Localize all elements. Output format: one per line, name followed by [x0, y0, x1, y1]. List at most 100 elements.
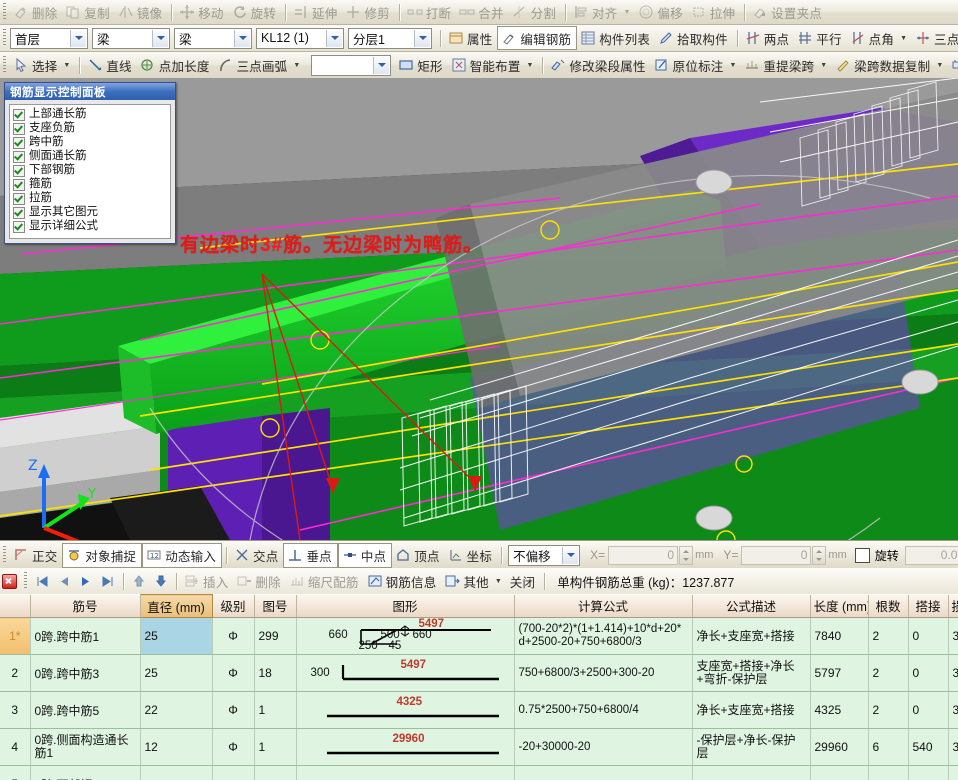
table-row[interactable]: 4 0跨.侧面构造通长筋1 12 Φ 1 29960 -20+30000-20	[0, 728, 958, 766]
cell-formula[interactable]: (700-20*2)*(1+1.414)+10*d+20*d+2500-20+7…	[514, 617, 693, 655]
pick-member-button[interactable]: 拾取构件	[655, 27, 733, 49]
last-record-button[interactable]	[97, 572, 119, 591]
cell-shape[interactable]: 5497 660 500 660 250 45	[296, 617, 515, 655]
table-row[interactable]: 5 0跨.下部钢	[0, 765, 958, 780]
snap-coordinate-toggle[interactable]: 坐标	[445, 544, 497, 567]
header-name[interactable]: 筋号	[30, 594, 141, 618]
toolbar-move-button[interactable]: 移动	[176, 1, 228, 23]
chevron-down-icon[interactable]: ▼	[623, 9, 630, 16]
close-panel-button[interactable]: 关闭	[507, 570, 540, 592]
rectangle-tool-button[interactable]: 矩形	[395, 54, 447, 76]
rebar-detail-grid[interactable]: 筋号 直径 (mm) 级别 图号 图形 计算公式 公式描述 长度 (mm) 根数…	[0, 594, 958, 780]
toolbar-trim-button[interactable]: 修剪	[342, 1, 394, 23]
checkbox-checked-icon[interactable]	[13, 122, 25, 135]
x-spinner[interactable]	[679, 545, 694, 565]
category-combo[interactable]: 梁	[92, 27, 170, 49]
cell-description[interactable]	[692, 765, 811, 780]
cell-formula[interactable]	[514, 765, 693, 780]
chevron-down-icon[interactable]	[234, 29, 250, 47]
rebar-panel-item[interactable]: 支座负筋	[13, 122, 168, 135]
point-length-tool-button[interactable]: 点加长度	[137, 54, 215, 76]
cell-count[interactable]: 2	[868, 617, 909, 655]
cell-shape[interactable]: 29960	[296, 728, 515, 766]
cell-name[interactable]: 0跨.跨中筋3	[30, 654, 141, 692]
x-coordinate-input[interactable]: 0	[608, 545, 679, 565]
toolbar-break-button[interactable]: 打断	[404, 1, 456, 23]
cell-shape[interactable]: 5497 300	[296, 654, 515, 692]
cell-description[interactable]: 支座宽+搭接+净长+弯折-保护层	[692, 654, 811, 692]
cell-lap[interactable]: 0	[908, 654, 949, 692]
checkbox-checked-icon[interactable]	[13, 108, 25, 121]
header-count[interactable]: 根数	[868, 594, 909, 618]
snap-intersection-toggle[interactable]: 交点	[231, 544, 283, 567]
move-up-button[interactable]	[128, 572, 150, 591]
cell-formula[interactable]: 0.75*2500+750+6800/4	[514, 691, 693, 729]
batch-recognize-beam-button[interactable]: 批量识别梁	[948, 54, 958, 76]
member-combo[interactable]: KL12 (1)	[256, 27, 344, 49]
close-icon[interactable]	[2, 573, 17, 589]
checkbox-checked-icon[interactable]	[13, 164, 25, 177]
other-menu-button[interactable]: 其他 ▼	[441, 570, 506, 592]
chevron-down-icon[interactable]	[414, 29, 430, 47]
chevron-down-icon[interactable]: ▼	[527, 62, 534, 69]
delete-row-button[interactable]: 删除	[233, 570, 285, 592]
cell-grade[interactable]: Φ	[212, 654, 255, 692]
move-down-button[interactable]	[150, 572, 172, 591]
type-combo[interactable]: 梁	[174, 27, 252, 49]
header-description[interactable]: 公式描述	[692, 594, 811, 618]
cell-name[interactable]: 0跨.侧面构造通长筋1	[30, 728, 141, 766]
cell-name[interactable]: 0跨.跨中筋1	[30, 617, 141, 655]
cell-description[interactable]: 净长+支座宽+搭接	[692, 617, 811, 655]
toolbar-split-button[interactable]: 分割	[509, 1, 561, 23]
chevron-down-icon[interactable]: ▼	[900, 35, 907, 42]
3d-viewport[interactable]: Z Y X 钢筋显示控制面板 上部通长筋 支座负筋 跨中筋	[0, 78, 958, 540]
properties-button[interactable]: 属性	[445, 27, 497, 49]
draw-style-combo[interactable]	[311, 54, 392, 76]
chevron-down-icon[interactable]	[373, 56, 390, 74]
toolbar-merge-button[interactable]: 合并	[456, 1, 508, 23]
cell-formula[interactable]: 750+6800/3+2500+300-20	[514, 654, 693, 692]
cell-length[interactable]	[810, 765, 869, 780]
table-row[interactable]: 2 0跨.跨中筋3 25 Φ 18 5497 300 750+6800/3+25…	[0, 654, 958, 692]
checkbox-checked-icon[interactable]	[13, 220, 25, 233]
three-point-arc-button[interactable]: 三点画弧 ▼	[215, 54, 306, 76]
floor-combo[interactable]: 首层	[10, 27, 88, 49]
cell-figure-number[interactable]	[254, 765, 297, 780]
toolbar-grip-set-button[interactable]: 设置夹点	[749, 1, 827, 23]
cell-loss[interactable]: 3	[948, 691, 958, 729]
snap-vertex-toggle[interactable]: 顶点	[392, 544, 444, 567]
toolbar-grip[interactable]	[1, 3, 8, 21]
chevron-down-icon[interactable]: ▼	[63, 62, 70, 69]
header-loss[interactable]: 损耗 (%)	[948, 594, 958, 618]
ortho-toggle[interactable]: 正交	[10, 544, 62, 567]
checkbox-checked-icon[interactable]	[13, 178, 25, 191]
rebar-panel-item[interactable]: 拉筋	[13, 192, 168, 205]
cell-name[interactable]: 0跨.跨中筋5	[30, 691, 141, 729]
toolbar-stretch-button[interactable]: 拉伸	[688, 1, 740, 23]
cell-grade[interactable]: Φ	[212, 617, 255, 655]
rebar-panel-item[interactable]: 侧面通长筋	[13, 150, 168, 163]
edit-beam-props-button[interactable]: 修改梁段属性	[547, 54, 650, 76]
rotate-angle-input[interactable]: 0.000	[904, 545, 958, 565]
chevron-down-icon[interactable]: ▼	[936, 62, 943, 69]
cell-loss[interactable]: 3	[948, 728, 958, 766]
prev-record-button[interactable]	[53, 572, 75, 591]
chevron-down-icon[interactable]	[562, 546, 579, 564]
y-spinner[interactable]	[812, 545, 827, 565]
header-shape[interactable]: 图形	[296, 594, 515, 618]
cell-count[interactable]: 6	[868, 728, 909, 766]
respan-button[interactable]: 重提梁跨 ▼	[741, 54, 832, 76]
checkbox-checked-icon[interactable]	[13, 192, 25, 205]
checkbox-checked-icon[interactable]	[13, 150, 25, 163]
rebar-panel-item[interactable]: 显示详细公式	[13, 220, 168, 233]
cell-formula[interactable]: -20+30000-20	[514, 728, 693, 766]
y-coordinate-input[interactable]: 0	[741, 545, 812, 565]
dynamic-input-toggle[interactable]: 12 动态输入	[142, 542, 223, 568]
rebar-panel-item[interactable]: 跨中筋	[13, 136, 168, 149]
insert-row-button[interactable]: 插入	[181, 570, 233, 592]
two-point-axis-button[interactable]: 两点	[742, 27, 794, 49]
cell-grade[interactable]: Φ	[212, 728, 255, 766]
edit-rebar-button[interactable]: 编辑钢筋	[497, 26, 578, 50]
cell-figure-number[interactable]: 299	[254, 617, 297, 655]
scale-rebar-button[interactable]: 缩尺配筋	[286, 570, 364, 592]
